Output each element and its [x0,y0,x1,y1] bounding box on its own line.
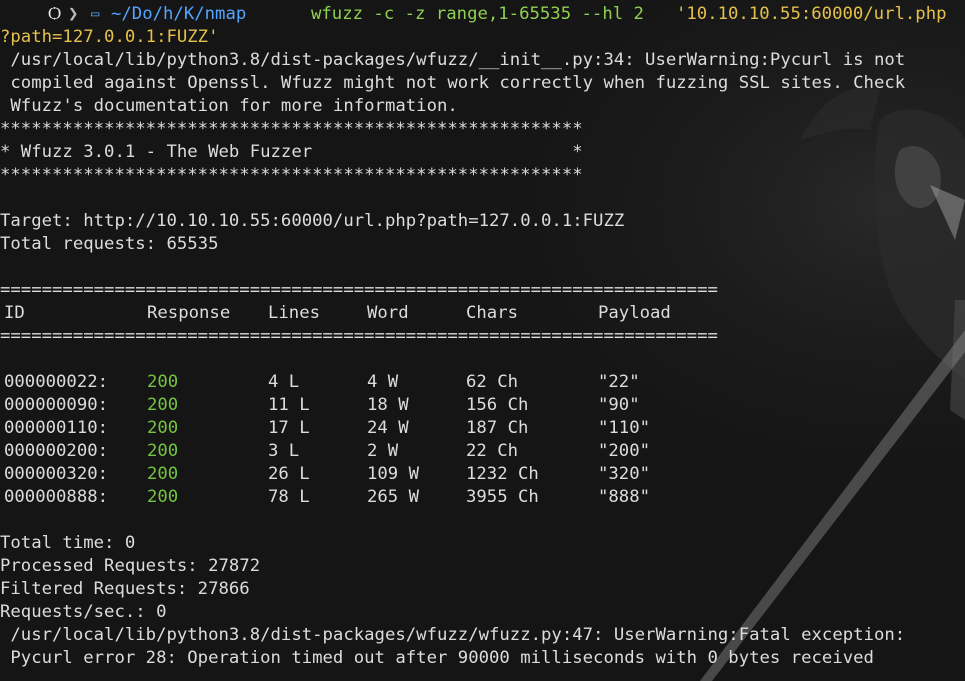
row-id: 000000888: [4,487,109,507]
prompt-url-argument[interactable]: '10.10.10.55:60000/url.php [676,0,947,28]
row-payload: "110" [598,418,651,438]
banner-border: ****************************************… [0,165,583,185]
row-lines: 17 L [268,418,310,438]
row-chars: 187 Ch [466,418,529,438]
row-payload: "200" [598,441,651,461]
prompt-command[interactable]: wfuzz -c -z range,1-65535 --hl 2 [311,0,654,28]
row-chars: 3955 Ch [466,487,539,507]
row-id: 000000110: [4,418,109,438]
row-id: 000000320: [4,464,109,484]
warning-line: compiled against Openssl. Wfuzz might no… [0,73,906,93]
row-lines: 26 L [268,464,310,484]
header-payload: Payload [598,303,671,323]
row-payload: "888" [598,487,651,507]
row-response: 200 [147,395,179,415]
header-id: ID [4,303,25,323]
row-lines: 4 L [268,372,300,392]
row-word: 265 W [367,487,420,507]
row-word: 18 W [367,395,409,415]
prompt-url-argument-continued[interactable]: ?path=127.0.0.1:FUZZ' [0,26,219,49]
table-header-row: ID Response Lines Word Chars Payload [0,302,965,325]
row-response: 200 [147,372,179,392]
row-word: 24 W [367,418,409,438]
row-lines: 78 L [268,487,310,507]
banner-border: ****************************************… [0,119,583,139]
row-chars: 62 Ch [466,372,519,392]
row-word: 4 W [367,372,399,392]
row-response: 200 [147,464,179,484]
row-id: 000000022: [4,372,109,392]
row-payload: "90" [598,395,640,415]
row-word: 2 W [367,441,399,461]
summary-rps: Requests/sec.: 0 [0,602,167,622]
prompt-separator-icon: ❯ [68,4,79,24]
header-chars: Chars [466,303,519,323]
warning-line: /usr/local/lib/python3.8/dist-packages/w… [0,50,906,70]
row-lines: 3 L [268,441,300,461]
prompt-path: ~/Do/h/K/nmap [111,4,247,24]
summary-total-time: Total time: 0 [0,533,136,553]
row-id: 000000200: [4,441,109,461]
row-payload: "22" [598,372,640,392]
warning-line: Wfuzz's documentation for more informati… [0,96,458,116]
row-id: 000000090: [4,395,109,415]
terminal-window[interactable]: Ѻ ❯ ▭ ~/Do/h/K/nmap wfuzz -c -z range,1-… [0,0,965,681]
fatal-warning-line: Pycurl error 28: Operation timed out aft… [0,648,874,668]
table-separator: ========================================… [0,326,718,346]
row-chars: 156 Ch [466,395,529,415]
table-row: 000000110: 200 17 L 24 W 187 Ch "110" [0,417,965,440]
row-chars: 22 Ch [466,441,519,461]
folder-icon: ▭ [91,6,100,22]
summary-filtered: Filtered Requests: 27866 [0,579,250,599]
target-line: Target: http://10.10.10.55:60000/url.php… [0,211,625,231]
row-payload: "320" [598,464,651,484]
table-row: 000000320: 200 26 L 109 W 1232 Ch "320" [0,463,965,486]
header-lines: Lines [268,303,321,323]
row-word: 109 W [367,464,420,484]
table-row: 000000200: 200 3 L 2 W 22 Ch "200" [0,440,965,463]
table-row: 000000090: 200 11 L 18 W 156 Ch "90" [0,394,965,417]
row-response: 200 [147,441,179,461]
table-row: 000000022: 200 4 L 4 W 62 Ch "22" [0,371,965,394]
table-separator: ========================================… [0,280,718,300]
row-response: 200 [147,418,179,438]
table-row: 000000888: 200 78 L 265 W 3955 Ch "888" [0,486,965,509]
tux-icon: Ѻ [48,4,62,24]
row-lines: 11 L [268,395,310,415]
total-requests-line: Total requests: 65535 [0,234,219,254]
header-response: Response [147,303,231,323]
header-word: Word [367,303,409,323]
row-chars: 1232 Ch [466,464,539,484]
row-response: 200 [147,487,179,507]
summary-processed: Processed Requests: 27872 [0,556,261,576]
fatal-warning-line: /usr/local/lib/python3.8/dist-packages/w… [0,625,906,645]
banner-title: * Wfuzz 3.0.1 - The Web Fuzzer * [0,142,583,162]
